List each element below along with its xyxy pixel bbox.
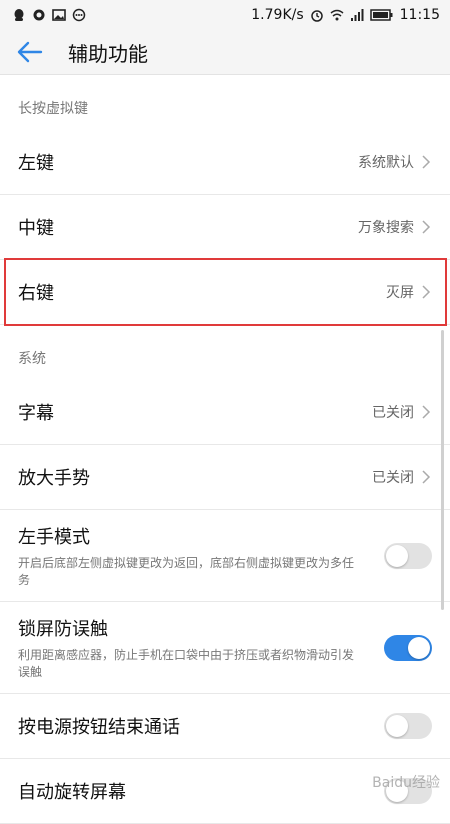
- chevron-right-icon: [422, 470, 431, 484]
- scrollbar[interactable]: [441, 330, 444, 610]
- setting-label: 锁屏防误触: [18, 618, 108, 640]
- chevron-right-icon: [422, 285, 431, 299]
- setting-description: 开启后底部左侧虚拟键更改为返回，底部右侧虚拟键更改为多任务: [18, 555, 355, 587]
- setting-text: 左手模式 开启后底部左侧虚拟键更改为返回，底部右侧虚拟键更改为多任务: [18, 523, 358, 589]
- image-icon: [52, 9, 66, 21]
- app-bar: 辅助功能: [0, 30, 450, 75]
- wifi-icon: [330, 9, 344, 21]
- chevron-right-icon: [422, 405, 431, 419]
- back-arrow-icon: [17, 41, 43, 63]
- chat-icon: [33, 9, 45, 21]
- setting-text: 锁屏防误触 利用距离感应器，防止手机在口袋中由于挤压或者织物滑动引发误触: [18, 615, 358, 681]
- setting-left-key[interactable]: 左键 系统默认: [0, 130, 450, 195]
- setting-value: 系统默认: [358, 155, 414, 171]
- setting-value: 已关闭: [372, 470, 414, 486]
- toggle-knob: [386, 544, 408, 567]
- setting-subtitles[interactable]: 字幕 已关闭: [0, 380, 450, 445]
- setting-middle-key[interactable]: 中键 万象搜索: [0, 195, 450, 260]
- setting-label: 放大手势: [18, 468, 90, 489]
- setting-power-end-call[interactable]: 按电源按钮结束通话: [0, 694, 450, 759]
- left-hand-mode-toggle[interactable]: [384, 542, 432, 569]
- status-bar-left: [0, 8, 86, 22]
- status-bar: 1.79K/s 11:15: [0, 0, 450, 30]
- setting-label: 自动旋转屏幕: [18, 782, 126, 803]
- setting-label: 中键: [18, 218, 54, 239]
- chevron-right-icon: [422, 220, 431, 234]
- setting-left-hand-mode[interactable]: 左手模式 开启后底部左侧虚拟键更改为返回，底部右侧虚拟键更改为多任务: [0, 510, 450, 602]
- toggle-knob: [386, 715, 408, 737]
- battery-icon: [369, 9, 393, 21]
- setting-magnify-gesture[interactable]: 放大手势 已关闭: [0, 445, 450, 510]
- section-header-longpress: 长按虚拟键: [18, 101, 88, 117]
- lockscreen-guard-toggle[interactable]: [384, 634, 432, 661]
- setting-label: 右键: [18, 283, 54, 304]
- setting-value: 已关闭: [372, 405, 414, 421]
- setting-label: 按电源按钮结束通话: [18, 717, 180, 738]
- setting-value: 万象搜索: [358, 220, 414, 236]
- power-end-call-toggle[interactable]: [384, 713, 432, 739]
- setting-label: 字幕: [18, 403, 54, 424]
- chevron-right-icon: [422, 155, 431, 169]
- setting-description: 利用距离感应器，防止手机在口袋中由于挤压或者织物滑动引发误触: [18, 647, 355, 679]
- page-title: 辅助功能: [68, 41, 148, 66]
- network-speed: 1.79K/s: [251, 7, 304, 23]
- setting-value: 灭屏: [386, 285, 414, 301]
- toggle-knob: [408, 636, 430, 659]
- settings-list: 长按虚拟键 左键 系统默认 中键 万象搜索 右键 灭屏 系统 字幕 已关闭 放大…: [0, 75, 450, 824]
- more-notifications-icon: [72, 8, 86, 22]
- setting-label: 左手模式: [18, 526, 90, 548]
- qq-icon: [14, 9, 24, 21]
- back-button[interactable]: [0, 30, 60, 74]
- setting-right-key[interactable]: 右键 灭屏: [0, 260, 450, 325]
- clock: 11:15: [399, 7, 440, 23]
- section-header-system: 系统: [18, 351, 46, 367]
- watermark: Baidu经验: [372, 775, 440, 791]
- setting-label: 左键: [18, 153, 54, 174]
- alarm-icon: [310, 10, 323, 22]
- setting-lockscreen-guard[interactable]: 锁屏防误触 利用距离感应器，防止手机在口袋中由于挤压或者织物滑动引发误触: [0, 602, 450, 694]
- status-bar-right: 1.79K/s 11:15: [251, 7, 450, 23]
- signal-icon: [350, 9, 364, 21]
